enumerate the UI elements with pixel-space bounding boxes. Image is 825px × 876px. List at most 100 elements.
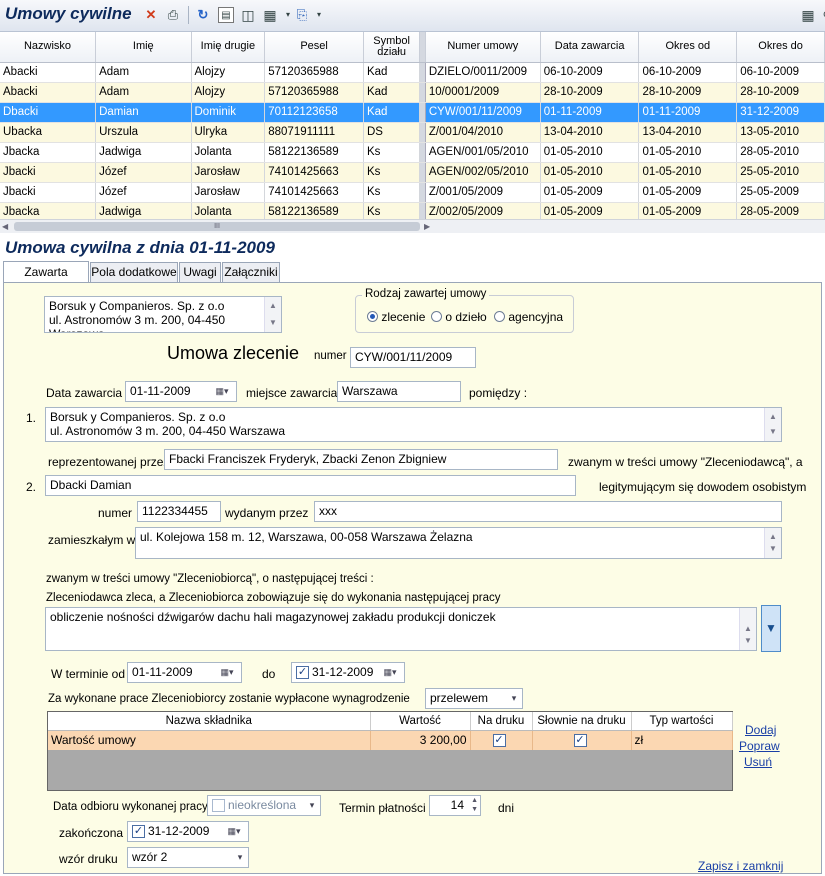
- delete-icon[interactable]: ✕: [143, 7, 159, 23]
- radio-agencyjna[interactable]: agencyjna: [494, 310, 563, 324]
- data-zawarcia-picker[interactable]: 01-11-2009 ▦▾: [125, 381, 237, 402]
- cell-numer[interactable]: Z/001/05/2009: [425, 182, 541, 203]
- export-icon[interactable]: ⎘: [294, 7, 310, 23]
- party1-scrollbar[interactable]: ▲ ▼: [764, 408, 781, 441]
- add-link[interactable]: Dodaj: [745, 723, 776, 737]
- cell-imie2[interactable]: Jarosław: [191, 162, 266, 183]
- odbior-picker[interactable]: nieokreślona ▾: [207, 795, 321, 816]
- column-header-numer-umowy[interactable]: Numer umowy: [425, 32, 541, 63]
- cell-nazwisko[interactable]: Jbacka: [0, 142, 97, 163]
- cell-imie[interactable]: Damian: [95, 102, 192, 123]
- id-number-field[interactable]: 1122334455: [137, 501, 221, 522]
- column-header-slownie[interactable]: Słownie na druku: [532, 712, 632, 731]
- party2-field[interactable]: Dbacki Damian: [45, 475, 576, 496]
- radio-zlecenie-icon[interactable]: [367, 311, 378, 322]
- calendar-dropdown-icon[interactable]: ▦▾: [377, 664, 403, 681]
- address-scrollbar[interactable]: ▲ ▼: [764, 528, 781, 558]
- print-icon[interactable]: ⎙: [165, 7, 181, 23]
- column-header-wartosc[interactable]: Wartość: [370, 712, 471, 731]
- table-row[interactable]: Jbacki Józef Jarosław 74101425663 Ks AGEN/002…: [0, 162, 825, 183]
- refresh-icon[interactable]: ↻: [195, 7, 211, 23]
- chevron-down-icon[interactable]: ▾: [305, 797, 319, 814]
- overflow-label[interactable]: o: [818, 7, 825, 23]
- cell-nazwisko[interactable]: Dbacki: [0, 102, 97, 123]
- column-header-nazwa-skladnika[interactable]: Nazwa składnika: [48, 712, 371, 731]
- components-grid[interactable]: Nazwa składnika Wartość Na druku Słownie…: [47, 711, 733, 791]
- table-row[interactable]: Abacki Adam Alojzy 57120365988 Kad 10/0001/20…: [0, 82, 825, 103]
- component-type[interactable]: zł: [631, 730, 733, 750]
- cell-imie[interactable]: Józef: [95, 162, 192, 183]
- payment-method-select[interactable]: przelewem ▾: [425, 688, 523, 709]
- cell-numer[interactable]: CYW/001/11/2009: [425, 102, 541, 123]
- odbior-checkbox[interactable]: [212, 799, 225, 812]
- cell-dzial[interactable]: Ks: [363, 142, 421, 163]
- cell-do[interactable]: 28-05-2009: [736, 202, 825, 219]
- table-row[interactable]: Jbacki Józef Jarosław 74101425663 Ks Z/001/05…: [0, 182, 825, 203]
- termin-platnosci-spinner[interactable]: 14 ▲ ▼: [429, 795, 481, 816]
- contract-number-field[interactable]: CYW/001/11/2009: [350, 347, 476, 368]
- cell-dzial[interactable]: Ks: [363, 162, 421, 183]
- cell-pesel[interactable]: 57120365988: [264, 82, 364, 103]
- termin-od-picker[interactable]: 01-11-2009 ▦▾: [127, 662, 242, 683]
- column-header-na-druku[interactable]: Na druku: [470, 712, 533, 731]
- address-box[interactable]: ul. Kolejowa 158 m. 12, Warszawa, 00-058…: [135, 527, 782, 559]
- cell-pesel[interactable]: 88071911111: [264, 122, 364, 143]
- component-name[interactable]: Wartość umowy: [48, 730, 371, 750]
- cell-pesel[interactable]: 70112123658: [264, 102, 364, 123]
- cell-data[interactable]: 13-04-2010: [540, 122, 640, 143]
- slownie-checkbox[interactable]: ✓: [573, 733, 587, 747]
- cell-do[interactable]: 28-05-2010: [736, 142, 825, 163]
- slownie-cell[interactable]: ✓: [532, 730, 632, 750]
- chevron-down-icon[interactable]: ▼: [761, 605, 781, 652]
- scroll-right-icon[interactable]: ▶: [424, 222, 430, 231]
- reprezentowanej-field[interactable]: Fbacki Franciszek Fryderyk, Zbacki Zenon…: [164, 449, 558, 470]
- cell-od[interactable]: 01-11-2009: [638, 102, 738, 123]
- cell-do[interactable]: 25-05-2009: [736, 182, 825, 203]
- cell-od[interactable]: 01-05-2010: [638, 142, 738, 163]
- cell-do[interactable]: 31-12-2009: [736, 102, 825, 123]
- termin-do-checkbox[interactable]: ✓: [296, 666, 309, 679]
- cell-nazwisko[interactable]: Jbacki: [0, 182, 97, 203]
- columns-icon[interactable]: ◫: [240, 7, 256, 23]
- scroll-thumb[interactable]: III: [14, 222, 420, 231]
- cell-imie[interactable]: Jadwiga: [95, 202, 192, 219]
- cell-imie2[interactable]: Jolanta: [191, 202, 266, 219]
- cell-pesel[interactable]: 58122136589: [264, 202, 364, 219]
- edit-link[interactable]: Popraw: [739, 739, 780, 753]
- cell-imie[interactable]: Adam: [95, 62, 192, 83]
- cell-dzial[interactable]: DS: [363, 122, 421, 143]
- work-description-scrollbar[interactable]: ▲ ▼: [739, 608, 756, 650]
- column-header-typ-wartosci[interactable]: Typ wartości: [631, 712, 733, 731]
- cell-od[interactable]: 13-04-2010: [638, 122, 738, 143]
- radio-agencyjna-icon[interactable]: [494, 311, 505, 322]
- report-icon[interactable]: ▤: [218, 7, 234, 23]
- column-header-imie-drugie[interactable]: Imię drugie: [191, 32, 266, 63]
- column-header-okres-od[interactable]: Okres od: [638, 32, 738, 63]
- table-row[interactable]: Dbacki Damian Dominik 70112123658 Kad CYW/001…: [0, 102, 825, 123]
- company-scrollbar[interactable]: ▲ ▼: [264, 297, 281, 332]
- cell-dzial[interactable]: Kad: [363, 102, 421, 123]
- zakonczona-picker[interactable]: ✓ 31-12-2009 ▦▾: [127, 821, 249, 842]
- cell-pesel[interactable]: 74101425663: [264, 162, 364, 183]
- cell-numer[interactable]: AGEN/002/05/2010: [425, 162, 541, 183]
- cell-imie2[interactable]: Dominik: [191, 102, 266, 123]
- cell-data[interactable]: 01-11-2009: [540, 102, 640, 123]
- chevron-down-icon[interactable]: ▾: [233, 849, 247, 866]
- calendar-dropdown-icon[interactable]: ▦▾: [214, 664, 240, 681]
- na-druku-cell[interactable]: ✓: [470, 730, 533, 750]
- cell-imie[interactable]: Adam: [95, 82, 192, 103]
- calendar-dropdown-icon[interactable]: ▦▾: [209, 383, 235, 400]
- table-row[interactable]: Jbacka Jadwiga Jolanta 58122136589 Ks AGEN/00…: [0, 142, 825, 163]
- cell-dzial[interactable]: Ks: [363, 202, 421, 219]
- cell-od[interactable]: 01-05-2010: [638, 162, 738, 183]
- tab-zalaczniki[interactable]: Załączniki: [222, 262, 280, 282]
- termin-do-picker[interactable]: ✓ 31-12-2009 ▦▾: [291, 662, 405, 683]
- calendar-dropdown-icon[interactable]: ▦▾: [221, 823, 247, 840]
- tab-zawarta-umowa[interactable]: Zawarta umowa: [3, 261, 89, 299]
- tab-uwagi[interactable]: Uwagi: [179, 262, 221, 282]
- cell-dzial[interactable]: Kad: [363, 82, 421, 103]
- cell-data[interactable]: 01-05-2009: [540, 182, 640, 203]
- cell-nazwisko[interactable]: Jbacki: [0, 162, 97, 183]
- miejsce-field[interactable]: Warszawa: [337, 381, 461, 402]
- cell-imie[interactable]: Urszula: [95, 122, 192, 143]
